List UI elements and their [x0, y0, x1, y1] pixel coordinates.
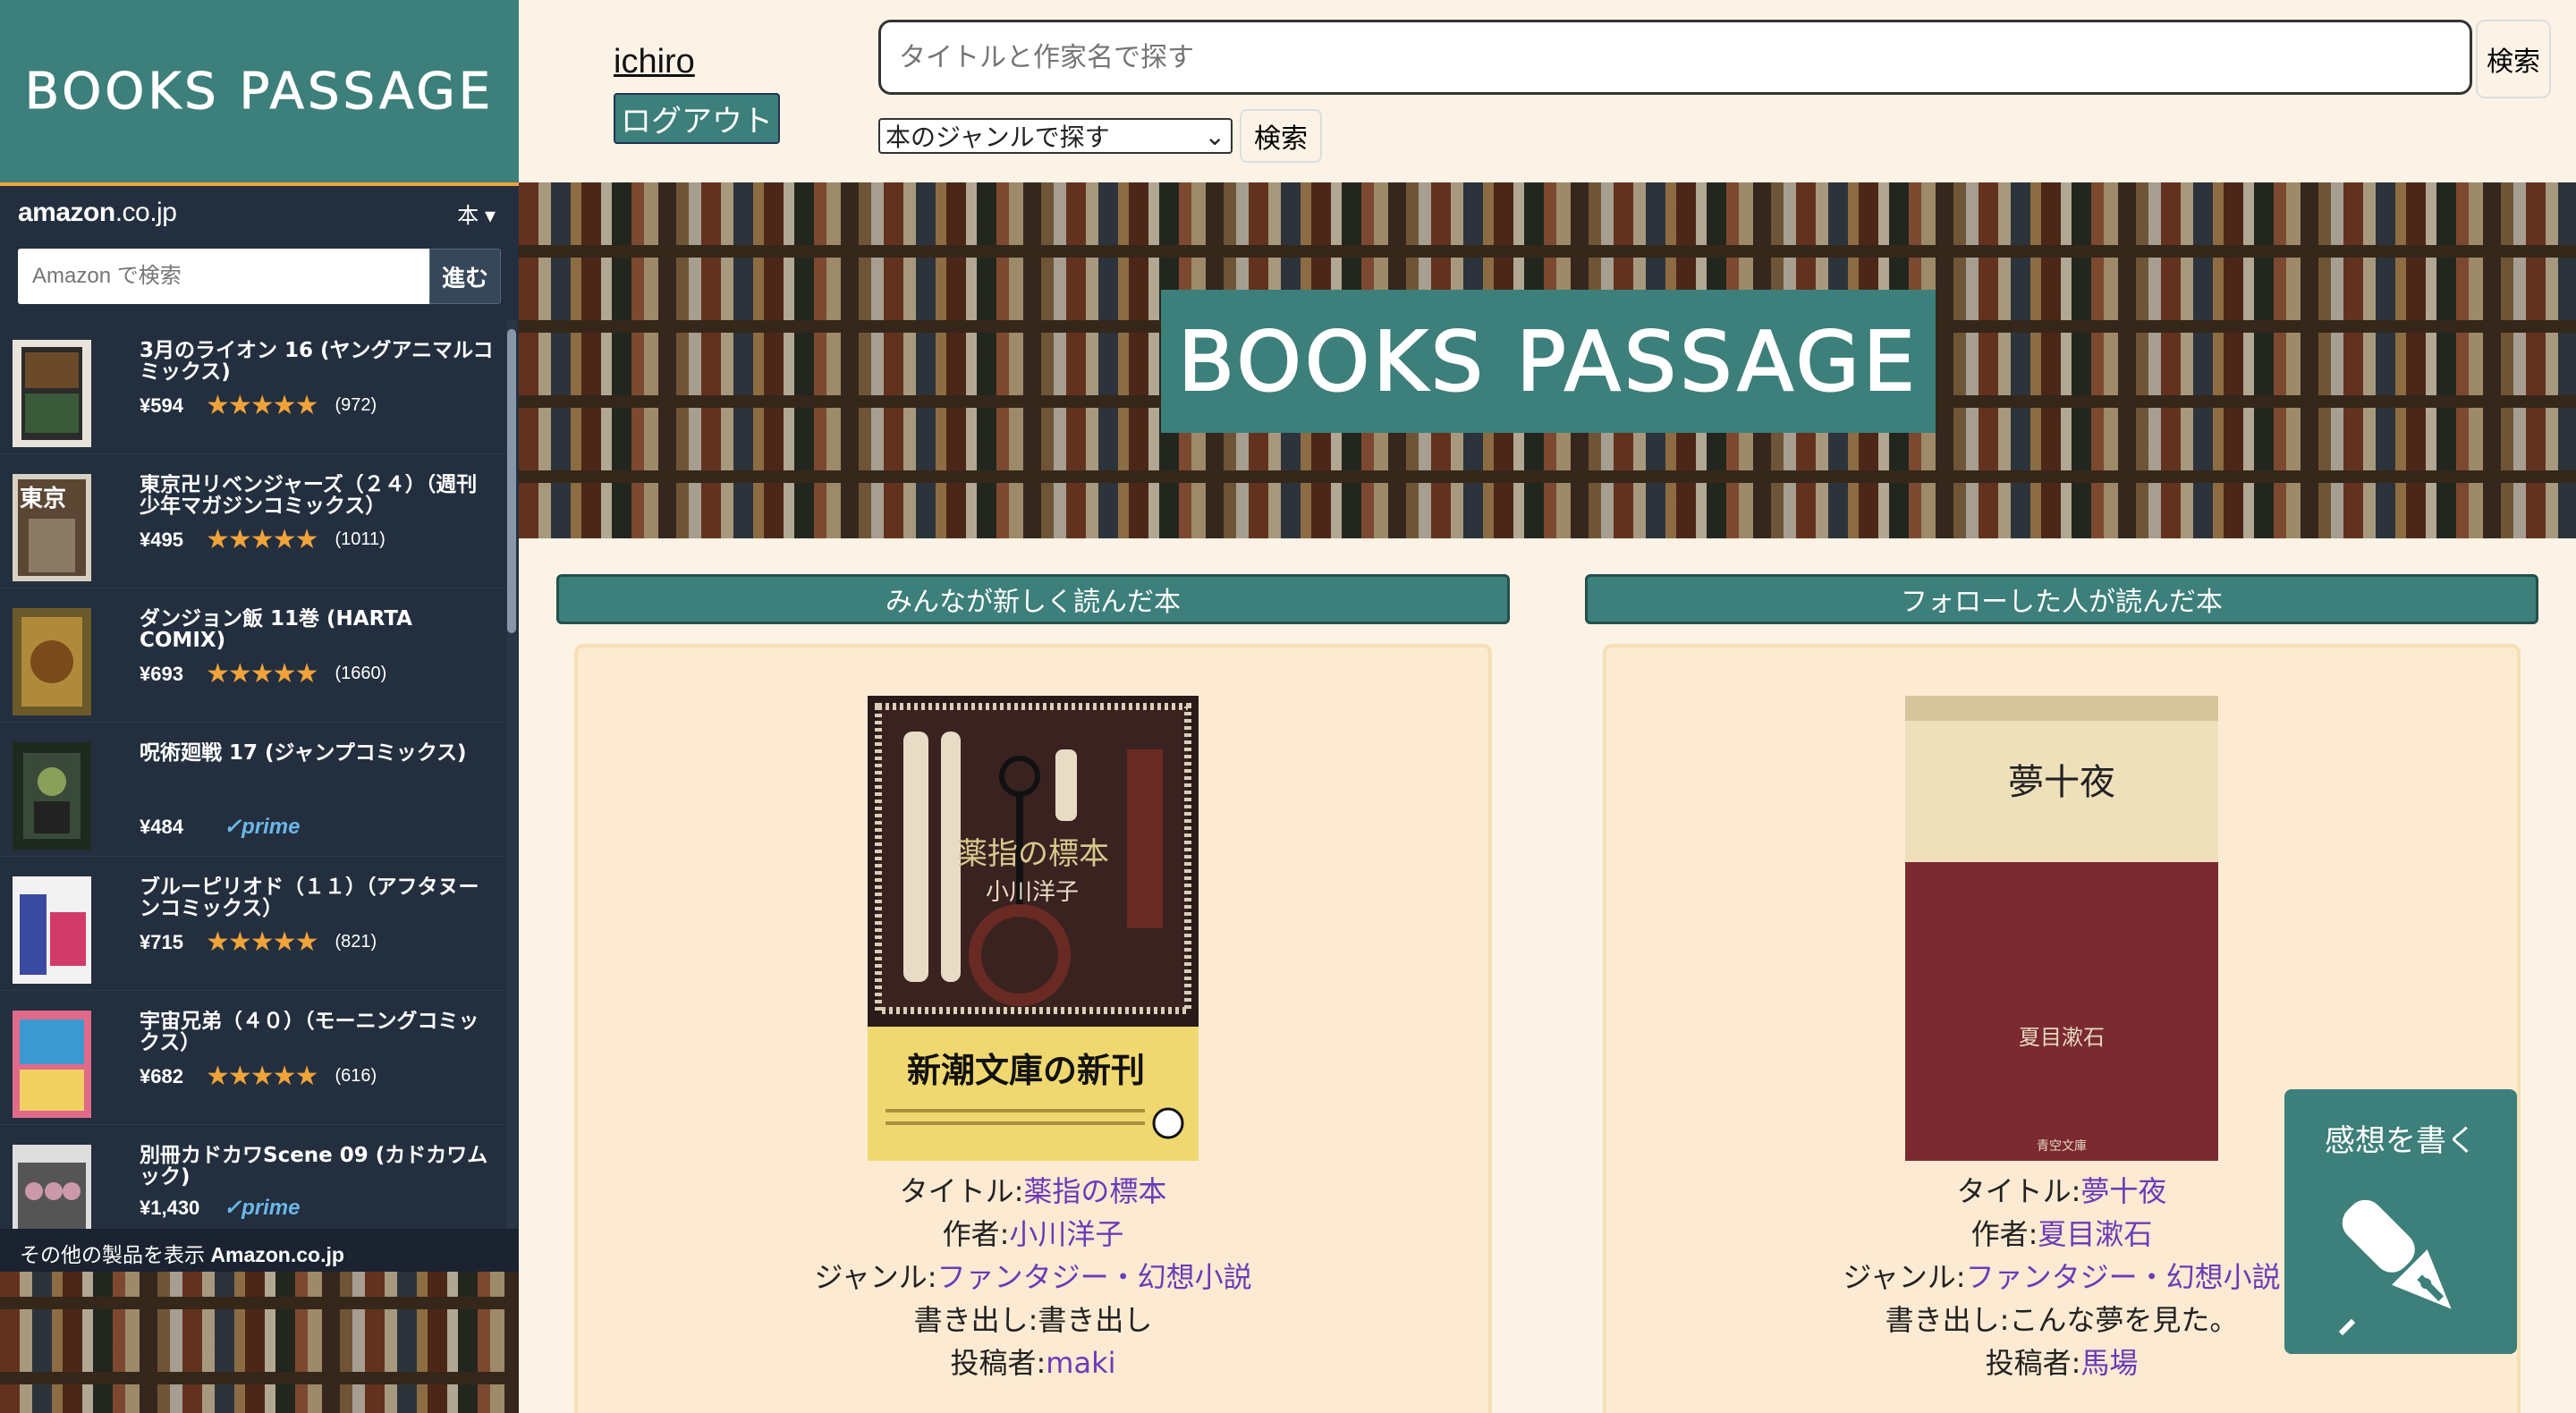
- column-header-following: フォローした人が読んだ本: [1585, 574, 2538, 624]
- cover-band-text: 新潮文庫の新刊: [907, 1050, 1145, 1090]
- amazon-product-item[interactable]: 呪術廻戦 17 (ジャンプコミックス) ¥484 ✓prime: [0, 723, 504, 857]
- product-title[interactable]: 呪術廻戦 17 (ジャンプコミックス): [140, 742, 496, 789]
- product-title[interactable]: ダンジョン飯 11巻 (HARTA COMIX): [140, 608, 496, 655]
- amazon-product-item[interactable]: ダンジョン飯 11巻 (HARTA COMIX) ¥693 ★★★★★ (1660): [0, 588, 504, 723]
- amazon-product-item[interactable]: ブルーピリオド（１１）（アフタヌーンコミックス） ¥715 ★★★★★ (821): [0, 857, 504, 991]
- write-review-label: 感想を書く: [2325, 1123, 2477, 1159]
- amazon-go-button[interactable]: 進む: [429, 249, 501, 304]
- book-meta: タイトル:薬指の標本 作者:小川洋子 ジャンル:ファンタジー・幻想小説 書き出し…: [578, 1170, 1488, 1384]
- product-thumbnail: [13, 876, 91, 984]
- logout-button[interactable]: ログアウト: [614, 93, 780, 144]
- meta-poster-row: 投稿者:maki: [950, 1346, 1116, 1380]
- product-price: ¥495: [140, 528, 183, 551]
- hero-banner: BOOKS PASSAGE: [519, 182, 2576, 538]
- write-review-button[interactable]: 感想を書く: [2284, 1089, 2517, 1354]
- product-title[interactable]: 宇宙兄弟（４０）（モーニングコミックス）: [140, 1011, 496, 1057]
- column-header-recent: みんなが新しく読んだ本: [556, 574, 1510, 624]
- cover-title-text: 薬指の標本: [957, 836, 1109, 872]
- amazon-widget-header: amazon.co.jp 本 ▾: [0, 186, 519, 240]
- prime-badge-icon: ✓prime: [224, 1196, 301, 1220]
- fountain-pen-icon: [2338, 1199, 2452, 1336]
- review-count[interactable]: (821): [335, 932, 377, 952]
- product-title[interactable]: 3月のライオン 16 (ヤングアニマルコミックス): [140, 340, 496, 386]
- review-count[interactable]: (1660): [335, 664, 386, 684]
- meta-title-row: タイトル:薬指の標本: [899, 1174, 1167, 1208]
- brand-title: BOOKS PASSAGE: [24, 62, 495, 121]
- book-author-link[interactable]: 夏目漱石: [2038, 1217, 2152, 1251]
- chevron-down-icon: ⌄: [1204, 121, 1225, 151]
- cover-author-text: 夏目漱石: [2019, 1025, 2105, 1050]
- cover-publisher-text: 青空文庫: [2037, 1138, 2087, 1154]
- book-author-link[interactable]: 小川洋子: [1009, 1217, 1123, 1251]
- product-price: ¥484: [140, 815, 183, 838]
- amazon-scrollbar-thumb[interactable]: [507, 329, 516, 633]
- product-thumbnail: [13, 608, 91, 715]
- book-genre-link[interactable]: ファンタジー・幻想小説: [1966, 1260, 2281, 1294]
- prime-badge-icon: ✓prime: [224, 815, 301, 839]
- poster-link[interactable]: maki: [1046, 1346, 1115, 1380]
- amazon-product-item[interactable]: 東京 東京卍リベンジャーズ（２４）（週刊少年マガジンコミックス） ¥495 ★★★…: [0, 454, 504, 588]
- cover-author-text: 小川洋子: [986, 879, 1079, 906]
- cover-title-text: 夢十夜: [2008, 762, 2115, 803]
- book-title-link[interactable]: 薬指の標本: [1023, 1174, 1166, 1208]
- genre-select[interactable]: 本のジャンルで探す ⌄: [878, 118, 1233, 154]
- hero-title: BOOKS PASSAGE: [1161, 290, 1936, 433]
- review-count[interactable]: (972): [335, 395, 377, 416]
- product-price: ¥715: [140, 930, 183, 953]
- amazon-product-list: 3月のライオン 16 (ヤングアニマルコミックス) ¥594 ★★★★★ (972)…: [0, 320, 504, 1259]
- rating-stars-icon: ★★★★★: [206, 927, 318, 957]
- amazon-footer-link[interactable]: その他の製品を表示 Amazon.co.jp: [0, 1229, 519, 1272]
- chevron-down-icon: ▾: [484, 203, 496, 228]
- svg-text:東京: 東京: [20, 485, 66, 512]
- product-thumbnail: [13, 1011, 91, 1118]
- product-price: ¥594: [140, 393, 183, 417]
- genre-search-button[interactable]: 検索: [1240, 109, 1322, 163]
- title-author-search-input[interactable]: [878, 20, 2472, 95]
- username-link[interactable]: ichiro: [614, 43, 695, 81]
- meta-opening-row: 書き出し:書き出し: [913, 1303, 1153, 1337]
- product-title[interactable]: 東京卍リベンジャーズ（２４）（週刊少年マガジンコミックス）: [140, 474, 496, 520]
- search-button[interactable]: 検索: [2476, 20, 2551, 98]
- genre-select-value: 本のジャンルで探す: [886, 123, 1110, 152]
- product-thumbnail: [13, 340, 91, 447]
- rating-stars-icon: ★★★★★: [206, 525, 318, 554]
- amazon-product-item[interactable]: 3月のライオン 16 (ヤングアニマルコミックス) ¥594 ★★★★★ (972): [0, 320, 504, 454]
- top-header: ichiro ログアウト 検索 本のジャンルで探す ⌄ 検索: [519, 0, 2576, 182]
- product-thumbnail: 東京: [13, 474, 91, 581]
- amazon-search-bar: 進む: [18, 249, 501, 304]
- product-price: ¥682: [140, 1064, 183, 1087]
- product-title[interactable]: ブルーピリオド（１１）（アフタヌーンコミックス）: [140, 876, 496, 923]
- amazon-category-dropdown[interactable]: 本 ▾: [457, 198, 496, 229]
- meta-genre-row: ジャンル:ファンタジー・幻想小説: [814, 1260, 1252, 1294]
- product-title[interactable]: 別冊カドカワScene 09 (カドカワムック): [140, 1145, 496, 1191]
- book-cover-image[interactable]: 夢十夜 夏目漱石 青空文庫: [1905, 696, 2218, 1161]
- review-count[interactable]: (616): [335, 1066, 377, 1087]
- amazon-widget: amazon.co.jp 本 ▾ 進む 3月のライオン 16 (ヤングアニマルコ…: [0, 182, 519, 1272]
- product-thumbnail: [13, 742, 91, 850]
- brand-logo-block[interactable]: BOOKS PASSAGE: [0, 0, 519, 182]
- poster-link[interactable]: 馬場: [2080, 1346, 2138, 1380]
- book-card-recent: 薬指の標本 小川洋子 新潮文庫の新刊 タイトル:薬指の標本 作者:小川洋子 ジャ…: [574, 644, 1492, 1413]
- rating-stars-icon: ★★★★★: [206, 1062, 318, 1091]
- amazon-search-input[interactable]: [18, 249, 429, 304]
- review-count[interactable]: (1011): [335, 529, 385, 550]
- meta-author-row: 作者:小川洋子: [942, 1217, 1124, 1251]
- rating-stars-icon: ★★★★★: [206, 659, 318, 689]
- amazon-product-item[interactable]: 宇宙兄弟（４０）（モーニングコミックス） ¥682 ★★★★★ (616): [0, 991, 504, 1125]
- amazon-logo[interactable]: amazon.co.jp: [18, 198, 177, 228]
- product-price: ¥1,430: [140, 1196, 200, 1219]
- book-genre-link[interactable]: ファンタジー・幻想小説: [937, 1260, 1252, 1294]
- product-price: ¥693: [140, 662, 183, 685]
- book-cover-image[interactable]: 薬指の標本 小川洋子 新潮文庫の新刊: [868, 696, 1199, 1161]
- rating-stars-icon: ★★★★★: [206, 391, 318, 420]
- book-title-link[interactable]: 夢十夜: [2080, 1174, 2166, 1208]
